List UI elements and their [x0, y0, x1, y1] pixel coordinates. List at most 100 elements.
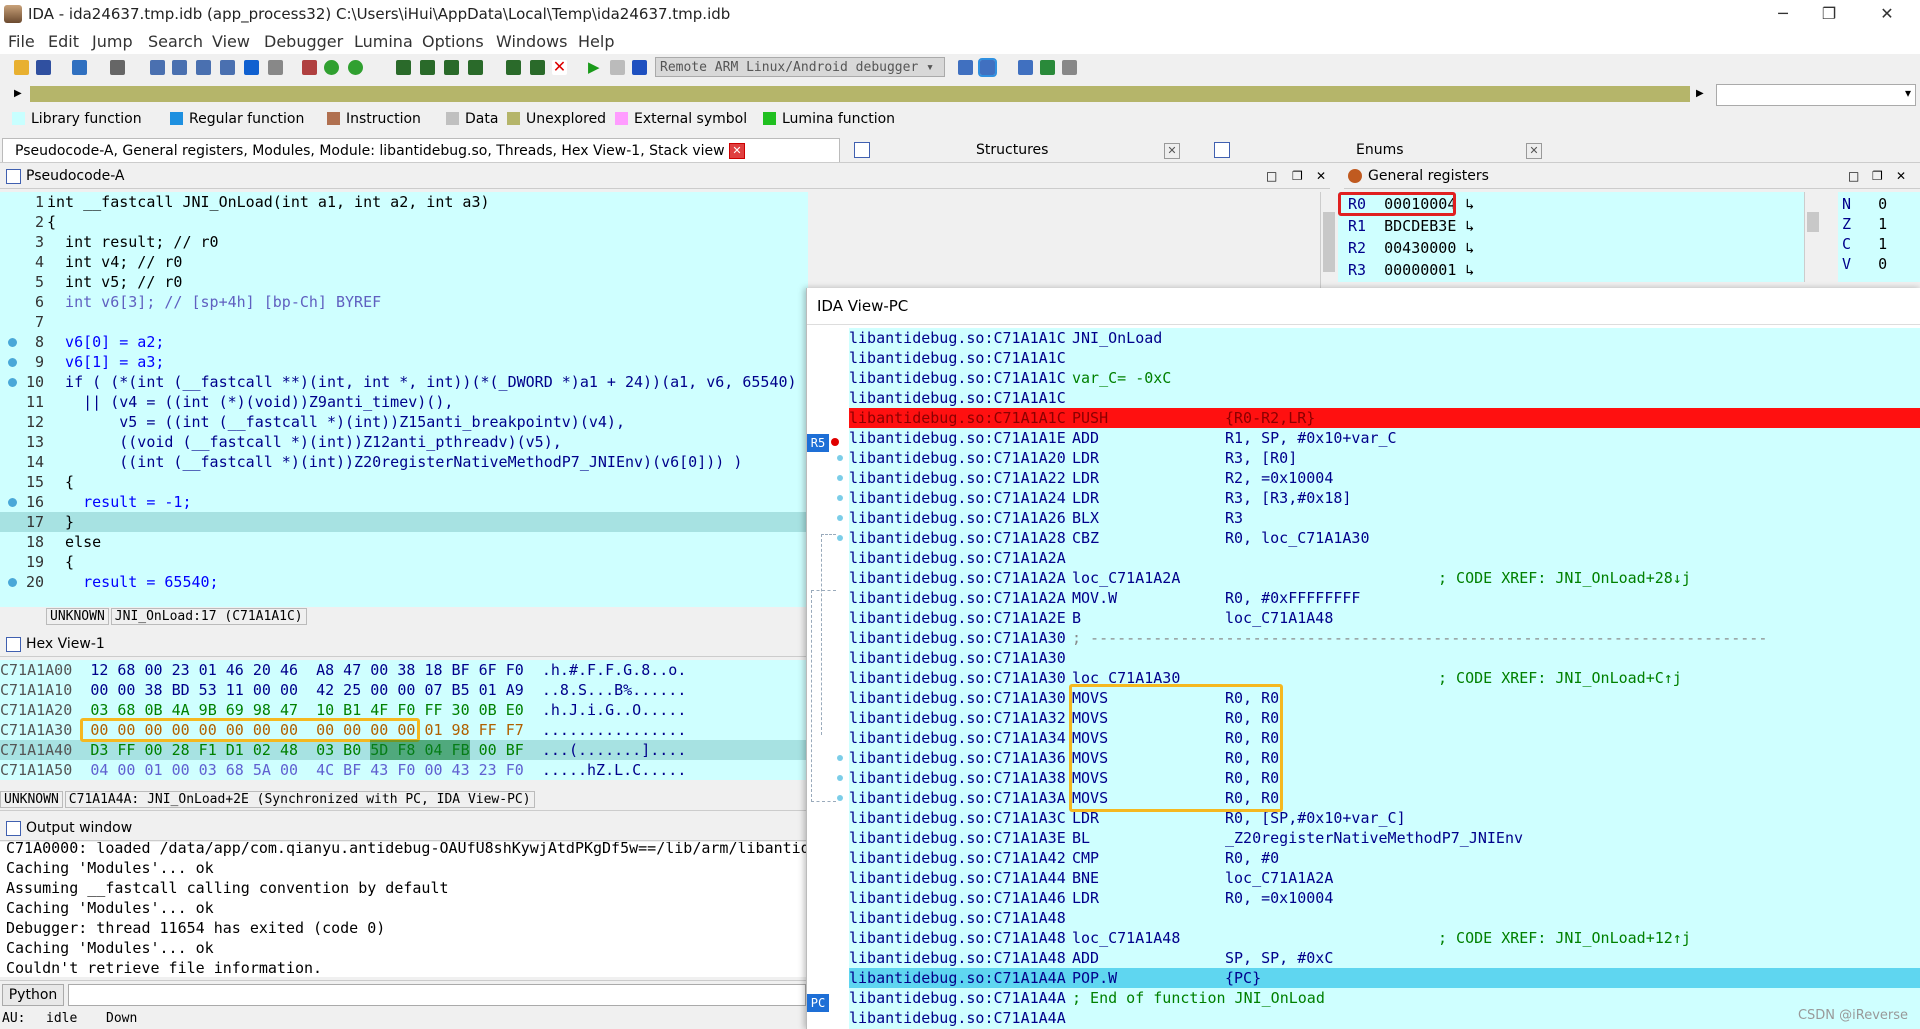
menu-view[interactable]: View: [212, 32, 250, 51]
code-line[interactable]: 3 int result; // r0: [0, 232, 808, 252]
breakpoints-icon[interactable]: [1018, 60, 1033, 75]
flags-view[interactable]: N 0 Z 1 C 1 V 0: [1838, 192, 1920, 282]
asm-line[interactable]: libantidebug.so:C71A1A3C LDR R0, [SP,#0x10…: [849, 808, 1920, 828]
menu-help[interactable]: Help: [578, 32, 614, 51]
code-line[interactable]: 6 int v6[3]; // [sp+4h] [bp-Ch] BYREF: [0, 292, 808, 312]
asm-line[interactable]: libantidebug.so:C71A1A22 LDR R2, =0x10004: [849, 468, 1920, 488]
font-icon[interactable]: [302, 60, 317, 75]
jump-down-icon[interactable]: [244, 60, 259, 75]
hex-row[interactable]: C71A1A10 00 00 38 BD 53 11 00 00 42 25 0…: [0, 680, 686, 700]
close-panel-icon[interactable]: ✕: [1316, 164, 1326, 188]
code-line[interactable]: 9 v6[1] = a3;: [0, 352, 808, 372]
asm-line[interactable]: libantidebug.so:C71A1A4A: [849, 1008, 1920, 1028]
back-arrow-icon[interactable]: [72, 60, 87, 75]
circle-icon[interactable]: [348, 60, 363, 75]
function-icon[interactable]: [396, 60, 411, 75]
navigation-band[interactable]: ▶ ▶ ▾: [0, 82, 1920, 106]
asm-line[interactable]: libantidebug.so:C71A1A30 loc_C71A1A30; CO…: [849, 668, 1920, 688]
asm-line[interactable]: libantidebug.so:C71A1A38 MOVS R0, R0: [849, 768, 1920, 788]
tab-main[interactable]: Pseudocode-A, General registers, Modules…: [2, 138, 840, 162]
asm-line[interactable]: libantidebug.so:C71A1A28 CBZ R0, loc_C71A1…: [849, 528, 1920, 548]
search-icon[interactable]: [220, 60, 235, 75]
menu-lumina[interactable]: Lumina: [354, 32, 413, 51]
structure-icon[interactable]: [444, 60, 459, 75]
debugger-select[interactable]: Remote ARM Linux/Android debugger ▾: [655, 57, 945, 77]
navigation-bar[interactable]: [30, 86, 1690, 102]
menu-debugger[interactable]: Debugger: [264, 32, 343, 51]
asm-line[interactable]: libantidebug.so:C71A1A1C JNI_OnLoad: [849, 328, 1920, 348]
add-function-icon[interactable]: [420, 60, 435, 75]
asm-line[interactable]: libantidebug.so:C71A1A36 MOVS R0, R0: [849, 748, 1920, 768]
asm-line[interactable]: libantidebug.so:C71A1A30: [849, 648, 1920, 668]
run-green-icon[interactable]: [324, 60, 339, 75]
python-button[interactable]: Python: [2, 984, 64, 1006]
asm-line[interactable]: libantidebug.so:C71A1A42 CMP R0, #0: [849, 848, 1920, 868]
restore-button[interactable]: ❐: [1806, 2, 1852, 26]
asm-line[interactable]: libantidebug.so:C71A1A32 MOVS R0, R0: [849, 708, 1920, 728]
hex-view[interactable]: C71A1A00 12 68 00 23 01 46 20 46 A8 47 0…: [0, 660, 808, 780]
register-row[interactable]: R3 00000001 ↳: [1348, 260, 1474, 280]
segment-dropdown[interactable]: ▾: [1716, 84, 1916, 106]
enum-icon[interactable]: [468, 60, 483, 75]
register-row[interactable]: R1 BDCDEB3E ↳: [1348, 216, 1474, 236]
asm-line[interactable]: libantidebug.so:C71A1A2A loc_C71A1A2A; CO…: [849, 568, 1920, 588]
code-line[interactable]: 5 int v5; // r0: [0, 272, 808, 292]
open-file-icon[interactable]: [14, 60, 29, 75]
patch-icon[interactable]: [530, 60, 545, 75]
code-line[interactable]: 20 result = 65540;: [0, 572, 808, 592]
asm-line[interactable]: libantidebug.so:C71A1A34 MOVS R0, R0: [849, 728, 1920, 748]
code-line-current[interactable]: 17 }: [0, 512, 808, 532]
search-next-icon[interactable]: [196, 60, 211, 75]
asm-line[interactable]: libantidebug.so:C71A1A46 LDR R0, =0x10004: [849, 888, 1920, 908]
code-line[interactable]: 14 ((int (__fastcall *)(int))Z20register…: [0, 452, 808, 472]
breakpoint-icon[interactable]: [831, 438, 839, 446]
asm-line[interactable]: libantidebug.so:C71A1A44 BNE loc_C71A1A2A: [849, 868, 1920, 888]
hex-row[interactable]: C71A1A00 12 68 00 23 01 46 20 46 A8 47 0…: [0, 660, 686, 680]
output-window[interactable]: C71A0000: loaded /data/app/com.qianyu.an…: [0, 842, 808, 977]
tracing-icon[interactable]: [1040, 60, 1055, 75]
asm-line-pc[interactable]: libantidebug.so:C71A1A4A POP.W {PC}: [849, 968, 1920, 988]
code-line[interactable]: 12 v5 = ((int (__fastcall *)(int))Z15ant…: [0, 412, 808, 432]
disassembly-listing[interactable]: libantidebug.so:C71A1A1C JNI_OnLoad liban…: [849, 328, 1920, 1029]
asm-line[interactable]: libantidebug.so:C71A1A2A: [849, 548, 1920, 568]
menu-search[interactable]: Search: [148, 32, 203, 51]
close-panel-icon[interactable]: ✕: [1896, 164, 1906, 188]
asm-line[interactable]: libantidebug.so:C71A1A1C var_C= -0xC: [849, 368, 1920, 388]
tab-structures[interactable]: Structures ✕: [852, 138, 1188, 162]
registers-scrollbar[interactable]: [1804, 192, 1820, 282]
asm-line-breakpoint[interactable]: libantidebug.so:C71A1A1C PUSH {R0-R2,LR}: [849, 408, 1920, 428]
close-enums-icon[interactable]: ✕: [1526, 143, 1542, 159]
asm-line[interactable]: libantidebug.so:C71A1A2E Bloc_C71A1A48: [849, 608, 1920, 628]
asm-line[interactable]: libantidebug.so:C71A1A30; --------------…: [849, 628, 1920, 648]
asm-line[interactable]: libantidebug.so:C71A1A48 loc_C71A1A48; CO…: [849, 928, 1920, 948]
asm-line[interactable]: libantidebug.so:C71A1A2A MOV.W R0, #0xFFFF…: [849, 588, 1920, 608]
code-line[interactable]: 15 {: [0, 472, 808, 492]
asm-line[interactable]: libantidebug.so:C71A1A1C: [849, 348, 1920, 368]
python-input[interactable]: [68, 984, 806, 1006]
float-icon[interactable]: ❐: [1292, 164, 1303, 188]
pseudocode-view[interactable]: 1 int __fastcall JNI_OnLoad(int a1, int a…: [0, 192, 808, 607]
code-line[interactable]: 19 {: [0, 552, 808, 572]
sync-icon[interactable]: [978, 58, 997, 77]
menu-file[interactable]: File: [8, 32, 35, 51]
pause-icon[interactable]: [610, 60, 625, 75]
asm-line[interactable]: libantidebug.so:C71A1A26 BLX R3: [849, 508, 1920, 528]
register-row[interactable]: R2 00430000 ↳: [1348, 238, 1474, 258]
attach-icon[interactable]: [958, 60, 973, 75]
code-line[interactable]: 10 if ( (*(int (__fastcall **)(int, int …: [0, 372, 808, 392]
code-line[interactable]: 2{: [0, 212, 808, 232]
menu-edit[interactable]: Edit: [48, 32, 79, 51]
code-line[interactable]: 4 int v4; // r0: [0, 252, 808, 272]
delete-icon[interactable]: ✕: [552, 59, 567, 75]
close-button[interactable]: ✕: [1864, 2, 1910, 26]
asm-line[interactable]: libantidebug.so:C71A1A1C: [849, 388, 1920, 408]
code-line[interactable]: 18 else: [0, 532, 808, 552]
code-line[interactable]: 1 int __fastcall JNI_OnLoad(int a1, int a…: [0, 192, 808, 212]
menu-windows[interactable]: Windows: [496, 32, 567, 51]
close-tab-icon[interactable]: ✕: [729, 143, 746, 159]
hex-row[interactable]: C71A1A20 03 68 0B 4A 9B 69 98 47 10 B1 4…: [0, 700, 686, 720]
asm-line[interactable]: libantidebug.so:C71A1A30 MOVS R0, R0: [849, 688, 1920, 708]
cut-icon[interactable]: [268, 60, 283, 75]
registers-view[interactable]: R0 00010004 ↳ R1 BDCDEB3E ↳ R2 00430000 …: [1338, 192, 1820, 282]
graph-icon[interactable]: [506, 60, 521, 75]
